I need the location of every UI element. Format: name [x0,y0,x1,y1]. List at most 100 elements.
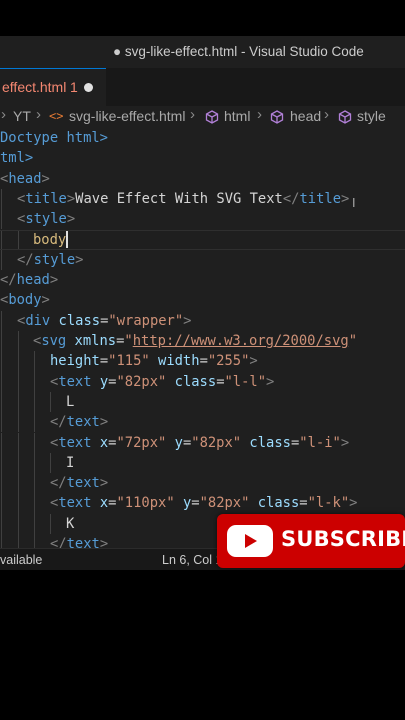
breadcrumb-folder[interactable]: YT [13,108,31,124]
code-token: svg [41,333,67,349]
html-file-icon: <> [49,109,64,123]
code-token: title [299,190,342,207]
indent-guide [1,310,2,331]
code-token: > [49,272,59,289]
code-token: = [299,495,308,512]
code-line: <body> [0,290,405,310]
code-line: </text> [0,412,405,433]
chevron-right-icon: › [190,106,195,123]
chevron-right-icon: › [1,106,6,123]
code-token: "110px" [116,495,175,512]
indent-guide [34,534,35,548]
code-token: height [50,353,100,370]
indent-guide [18,371,19,392]
code-token: > [341,190,350,207]
indent-guide [18,331,19,352]
breadcrumb-style[interactable]: style [357,108,386,124]
indent-guide [1,209,2,230]
indent-guide [50,452,51,474]
code-token: class [58,312,101,329]
code-token: text [58,434,92,451]
indent-guide [1,412,2,433]
cursor-position[interactable]: Ln 6, Col 1 [162,549,222,570]
code-token: L [66,393,75,410]
indent-guide [50,513,51,534]
indent-guide [18,351,19,372]
code-token: " [348,333,357,349]
indent-guide [1,534,2,548]
code-line: I [0,452,405,474]
code-token: = [216,373,225,390]
code-token: y [174,434,183,451]
indent-guide [1,452,2,474]
code-token: class [174,373,217,390]
subscribe-button[interactable]: SUBSCRIBE [217,514,405,568]
code-line: </style> [0,249,405,271]
code-token: "l-k" [307,495,350,512]
code-line: <title>Wave Effect With SVG Text</title>… [0,188,405,210]
code-token: > [75,251,84,268]
code-token: div [25,312,51,329]
chevron-right-icon: › [257,106,262,123]
code-token: "82px" [116,373,167,390]
status-left-item[interactable]: vailable [0,549,42,570]
code-editor[interactable]: Doctype html> tml> <head> <title>Wave Ef… [0,128,405,548]
indent-guide [18,230,19,249]
code-token: K [66,515,75,532]
code-token: text [66,414,100,431]
tab-problem-count: 1 [70,79,78,95]
code-token: tml> [0,150,34,167]
symbol-cube-icon [205,110,219,124]
code-line: <head> [0,169,405,189]
code-token: style [25,211,67,228]
code-token: text [66,475,100,492]
code-token: > [340,434,350,451]
indent-guide [18,452,19,474]
window-title: ● svg-like-effect.html - Visual Studio C… [113,44,364,59]
code-token: "82px" [191,434,242,451]
code-token: "255" [207,353,250,370]
code-line: <text y="82px" class="l-l"> [0,371,405,392]
code-line: <svg xmlns="http://www.w3.org/2000/svg" [0,331,405,352]
code-token: > [183,312,192,329]
indent-guide [18,412,19,433]
editor-tab-active[interactable]: effect.html 1 [0,68,106,106]
code-token: head [8,170,42,187]
code-line-current: body [0,229,405,250]
indent-guide [34,351,35,372]
indent-guide [1,351,2,372]
code-line: Doctype html> [0,128,405,148]
indent-guide [34,473,35,494]
indent-guide [1,513,2,534]
code-token: > [99,414,109,431]
code-token: class [257,495,300,512]
code-token-link[interactable]: http://www.w3.org/2000/svg [133,333,349,349]
tab-bar: effect.html 1 [0,68,405,106]
indent-guide [18,513,19,534]
breadcrumb-html[interactable]: html [224,108,250,124]
indent-guide [18,493,19,514]
breadcrumb-file[interactable]: svg-like-effect.html [69,108,185,124]
code-line: L [0,391,405,413]
unsaved-dot-icon[interactable] [84,83,93,92]
title-bar: ● svg-like-effect.html - Visual Studio C… [0,36,405,68]
indent-guide [34,412,35,433]
indent-guide [1,371,2,392]
code-line: <style> [0,209,405,230]
indent-guide [1,230,2,249]
indent-guide [34,391,35,413]
subscribe-label: SUBSCRIBE [281,527,405,551]
breadcrumb: › YT › <> svg-like-effect.html › html › … [0,106,405,128]
indent-guide [18,432,19,453]
code-token: "115" [108,353,150,370]
indent-guide [34,452,35,474]
indent-guide [34,513,35,534]
code-token: = [199,353,208,370]
code-token: = [99,353,109,370]
breadcrumb-head[interactable]: head [290,108,321,124]
code-token: </ [50,414,67,431]
